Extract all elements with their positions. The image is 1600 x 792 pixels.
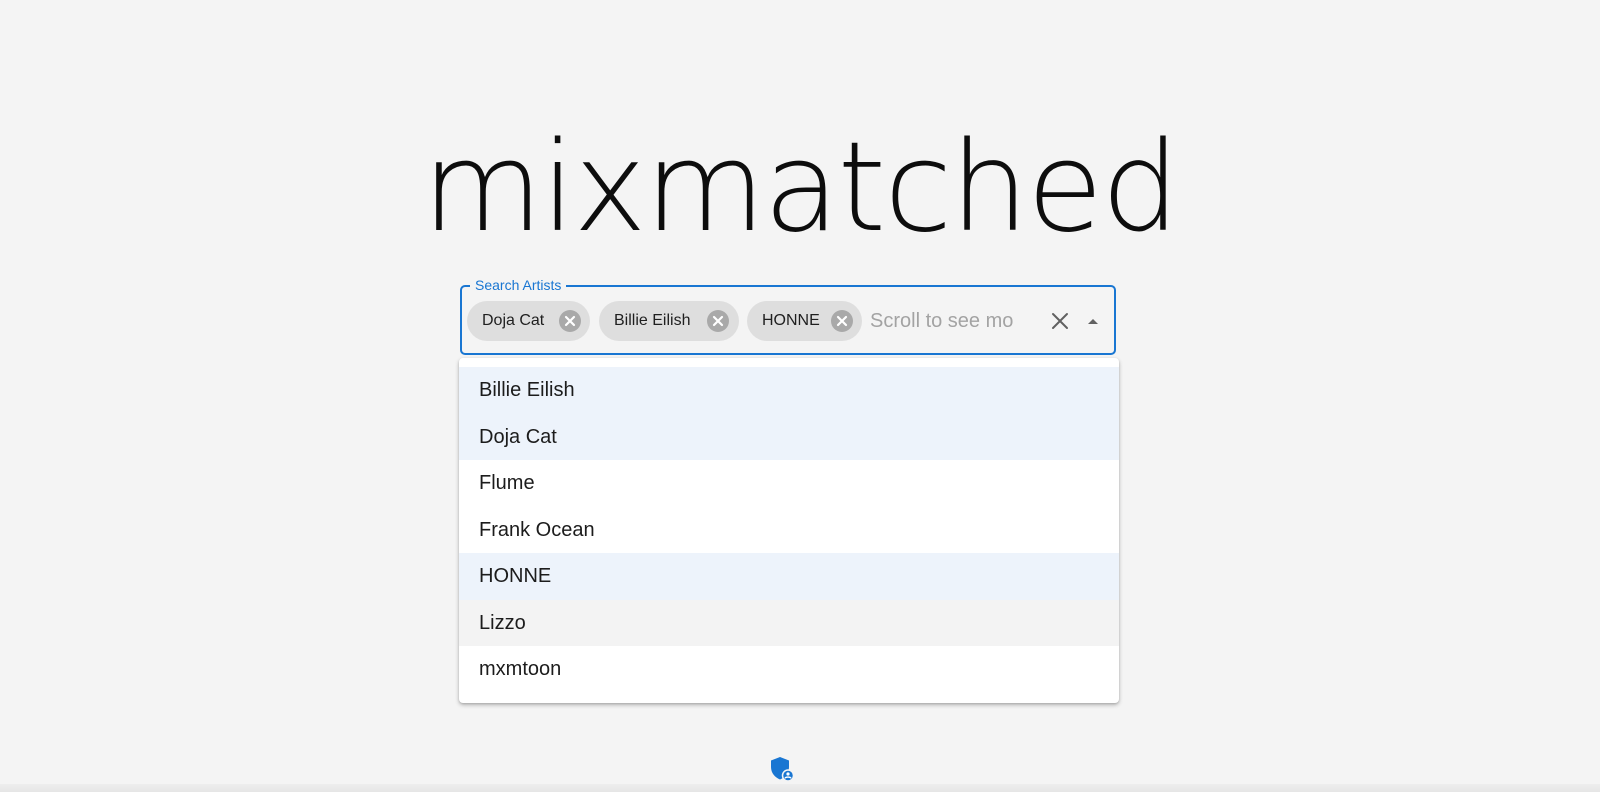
close-icon[interactable] — [1049, 310, 1071, 332]
shield-icon[interactable] — [770, 756, 795, 782]
option-frank-ocean[interactable]: Frank Ocean — [459, 507, 1119, 554]
chip-delete-icon[interactable] — [559, 310, 581, 332]
option-billie-eilish[interactable]: Billie Eilish — [459, 367, 1119, 414]
artist-chip[interactable]: Billie Eilish — [599, 301, 739, 341]
bottom-strip — [0, 784, 1600, 792]
chip-label: Billie Eilish — [614, 312, 691, 329]
chip-label: Doja Cat — [482, 312, 545, 329]
option-mxmtoon[interactable]: mxmtoon — [459, 646, 1119, 693]
option-honne[interactable]: HONNE — [459, 553, 1119, 600]
search-input[interactable] — [870, 305, 1020, 337]
artist-options-listbox[interactable]: Billie Eilish Doja Cat Flume Frank Ocean… — [459, 358, 1119, 703]
option-flume[interactable]: Flume — [459, 460, 1119, 507]
option-lizzo[interactable]: Lizzo — [459, 599, 1119, 646]
app-title: mixmatched — [422, 116, 1180, 260]
search-artists-label: Search Artists — [470, 276, 567, 294]
option-doja-cat[interactable]: Doja Cat — [459, 413, 1119, 460]
page: mixmatched Search Artists Doja Cat Billi… — [0, 0, 1600, 792]
chip-delete-icon[interactable] — [707, 310, 729, 332]
artist-chip[interactable]: HONNE — [747, 301, 862, 341]
arrow-drop-up-icon[interactable] — [1082, 310, 1104, 332]
chip-delete-icon[interactable] — [831, 310, 853, 332]
search-artists-field[interactable]: Search Artists Doja Cat Billie Eilish HO… — [460, 276, 1116, 355]
artist-chip[interactable]: Doja Cat — [467, 301, 590, 341]
chip-label: HONNE — [762, 312, 820, 329]
